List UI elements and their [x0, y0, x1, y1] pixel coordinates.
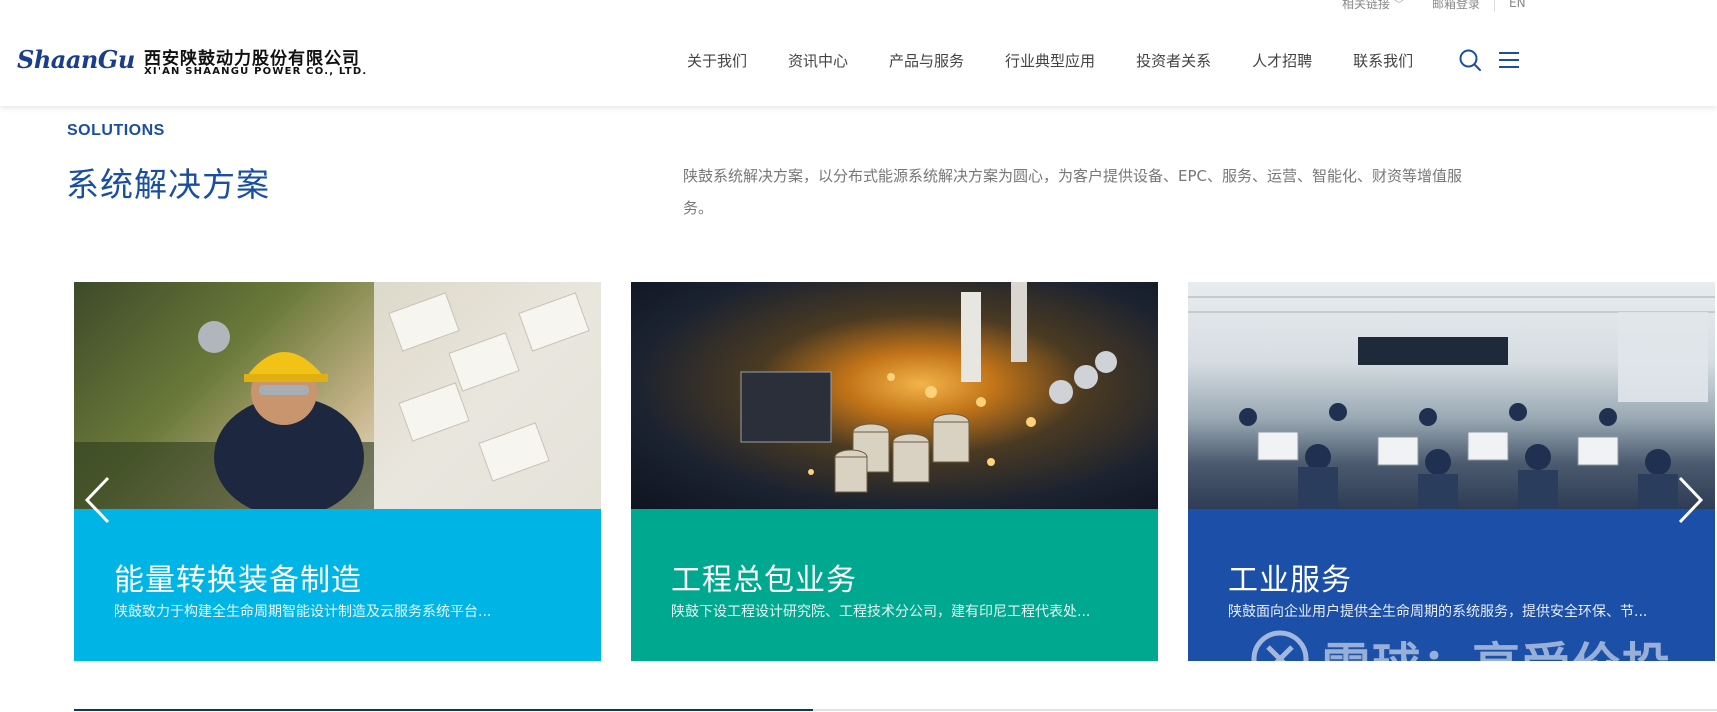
- watermark: 雪球：享受价投: [1250, 626, 1672, 696]
- language-en-link[interactable]: EN: [1495, 0, 1540, 10]
- card-title: 能量转换装备制造: [114, 563, 362, 598]
- snowball-logo-icon: [1250, 629, 1310, 693]
- card-image-plant-night: [631, 282, 1158, 509]
- card-image-control-room: [1188, 282, 1715, 509]
- solution-card-manufacturing[interactable]: 能量转换装备制造 陕鼓致力于构建全生命周期智能设计制造及云服务系统平台...: [74, 282, 601, 661]
- company-name-en: XI'AN SHAANGU POWER CO., LTD.: [144, 66, 368, 77]
- card-subtitle: 陕鼓面向企业用户提供全生命周期的系统服务，提供安全环保、节...: [1228, 604, 1648, 620]
- search-icon[interactable]: [1458, 48, 1482, 72]
- card-image-worker: [74, 282, 601, 509]
- card-body: 工程总包业务 陕鼓下设工程设计研究院、工程技术分公司，建有印尼工程代表处...: [631, 509, 1158, 661]
- section-label-en: SOLUTIONS: [67, 122, 165, 139]
- card-title: 工业服务: [1228, 563, 1352, 598]
- chevron-left-icon[interactable]: [84, 476, 110, 528]
- watermark-text: 雪球：享受价投: [1322, 638, 1673, 694]
- nav-item-investors[interactable]: 投资者关系: [1136, 50, 1211, 71]
- site-header: 相关链接 ﹀ 邮箱登录 EN ShaanGu 西安陕鼓动力股份有限公司 XI'AN…: [0, 0, 1717, 106]
- nav-item-careers[interactable]: 人才招聘: [1252, 50, 1312, 71]
- nav-item-products[interactable]: 产品与服务: [889, 50, 964, 71]
- mail-login-link[interactable]: 邮箱登录: [1418, 0, 1494, 12]
- solution-card-industrial-service[interactable]: 工业服务 陕鼓面向企业用户提供全生命周期的系统服务，提供安全环保、节...: [1188, 282, 1715, 661]
- section-title: 系统解决方案: [66, 165, 270, 204]
- logo-wordmark[interactable]: ShaanGu: [17, 45, 135, 74]
- card-subtitle: 陕鼓下设工程设计研究院、工程技术分公司，建有印尼工程代表处...: [671, 604, 1091, 620]
- main-nav: 关于我们 资讯中心 产品与服务 行业典型应用 投资者关系 人才招聘 联系我们: [687, 50, 1454, 71]
- carousel-progress-fill: [74, 709, 814, 711]
- nav-item-news[interactable]: 资讯中心: [788, 50, 848, 71]
- top-utility-bar: 相关链接 ﹀ 邮箱登录 EN: [1328, 0, 1540, 12]
- related-links-dropdown[interactable]: 相关链接 ﹀: [1328, 0, 1418, 12]
- chevron-down-icon: ﹀: [1394, 0, 1405, 11]
- nav-item-contact[interactable]: 联系我们: [1353, 50, 1413, 71]
- solution-card-epc[interactable]: 工程总包业务 陕鼓下设工程设计研究院、工程技术分公司，建有印尼工程代表处...: [631, 282, 1158, 661]
- nav-item-about[interactable]: 关于我们: [687, 50, 747, 71]
- carousel-progress-track: [74, 709, 1717, 711]
- chevron-right-icon[interactable]: [1678, 476, 1704, 528]
- nav-item-applications[interactable]: 行业典型应用: [1005, 50, 1095, 71]
- card-body: 能量转换装备制造 陕鼓致力于构建全生命周期智能设计制造及云服务系统平台...: [74, 509, 601, 661]
- nav-icons: [1458, 48, 1520, 72]
- card-title: 工程总包业务: [671, 563, 857, 598]
- related-links-label: 相关链接: [1342, 0, 1391, 11]
- menu-icon[interactable]: [1498, 50, 1520, 70]
- card-subtitle: 陕鼓致力于构建全生命周期智能设计制造及云服务系统平台...: [114, 604, 492, 620]
- section-description: 陕鼓系统解决方案，以分布式能源系统解决方案为圆心，为客户提供设备、EPC、服务、…: [683, 167, 1463, 217]
